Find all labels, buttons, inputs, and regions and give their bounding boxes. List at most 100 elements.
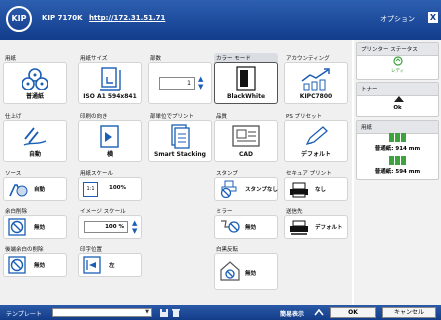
tile-collate[interactable]: 部単位でプリント Smart Stacking: [148, 111, 212, 162]
copies-spinner[interactable]: ▲ ▼: [198, 75, 203, 91]
black-white-icon: [236, 66, 256, 91]
mirror-value: 無効: [245, 225, 257, 231]
tile-paper-scale[interactable]: 用紙スケール 1:1 100%: [78, 168, 142, 201]
orientation-label: 印刷の向き: [80, 114, 108, 120]
accounting-chart-icon: [301, 68, 330, 91]
output-tray-icon: [290, 220, 308, 235]
secure-print-value: なし: [315, 187, 327, 193]
stamp-value: スタンプなし: [245, 187, 278, 193]
tile-source[interactable]: ソース 自動: [3, 168, 67, 201]
tile-output[interactable]: 送信先 デフォルト: [284, 206, 348, 239]
roll-1-label: 普通紙: 914 mm: [374, 146, 421, 152]
tile-white-black-invert[interactable]: 白黒反転 無効: [214, 244, 278, 290]
paper-label: 用紙: [5, 56, 17, 62]
window-title: KIP 7170K http://172.31.51.71: [42, 14, 165, 22]
save-template-icon[interactable]: [160, 309, 168, 317]
toner-value: Ok: [393, 105, 402, 111]
white-black-invert-value: 無効: [245, 271, 257, 277]
chevron-down-icon: ▼: [145, 309, 149, 315]
finishing-icon: [23, 127, 47, 146]
orientation-value: 横: [106, 151, 113, 158]
source-value: 自動: [34, 187, 46, 193]
disabled-icon: [8, 256, 26, 274]
tile-secure-print[interactable]: セキュア プリント なし: [284, 168, 348, 201]
tile-ps-preset[interactable]: PS プリセット デフォルト: [284, 111, 348, 162]
template-label: テンプレート: [6, 311, 42, 318]
printer-status-value: レディ: [390, 69, 405, 74]
tile-color-mode[interactable]: カラー モード BlackWhite: [214, 53, 278, 104]
paper-scale-label: 用紙スケール: [80, 171, 114, 177]
scale-icon: 1:1: [83, 182, 98, 197]
print-position-label: 印字位置: [80, 247, 103, 253]
toner-icon: [394, 96, 404, 102]
white-black-invert-label: 白黒反転: [216, 247, 239, 253]
tile-paper-size[interactable]: 用紙サイズ ISO A1 594x841: [78, 53, 142, 104]
tile-print-position[interactable]: 印字位置 左: [78, 244, 142, 277]
tile-quality[interactable]: 品質 CAD: [214, 111, 278, 162]
printer-url-link[interactable]: http://172.31.51.71: [89, 14, 165, 22]
align-left-icon: [83, 256, 101, 274]
mirror-icon: [221, 220, 240, 233]
print-settings-panel: 用紙 普通紙 用紙サイズ ISO A1 594x841 部数 1 ▲ ▼ カラー…: [0, 40, 352, 305]
trailing-margin-value: 無効: [34, 263, 46, 269]
tile-accounting[interactable]: アカウンティング KIPC7800: [284, 53, 348, 104]
delete-template-icon[interactable]: [172, 309, 180, 317]
chevron-up-icon[interactable]: [314, 308, 324, 317]
copies-input[interactable]: 1: [159, 77, 195, 90]
close-button[interactable]: X: [428, 12, 438, 23]
status-sidebar: プリンター ステータス レディ トナー Ok 用紙 普通紙: 914 mm 普通…: [354, 40, 441, 305]
cancel-button[interactable]: キャンセル: [382, 307, 436, 318]
quality-label: 品質: [216, 114, 228, 120]
tile-stamp[interactable]: スタンプ スタンプなし: [214, 168, 278, 201]
accounting-label: アカウンティング: [286, 56, 330, 62]
paper-size-label: 用紙サイズ: [80, 56, 108, 62]
finishing-label: 仕上げ: [5, 114, 22, 120]
tile-paper[interactable]: 用紙 普通紙: [3, 53, 67, 104]
margin-delete-label: 余白削除: [5, 209, 28, 215]
ps-preset-value: デフォルト: [300, 151, 331, 158]
tile-image-scale: イメージ スケール 100 % ▲ ▼: [78, 206, 142, 239]
image-scale-spinner[interactable]: ▲ ▼: [132, 219, 137, 235]
color-mode-label: カラー モード: [216, 56, 251, 62]
source-label: ソース: [5, 171, 22, 177]
quality-value: CAD: [238, 151, 254, 158]
simple-view-button[interactable]: 簡易表示: [280, 309, 304, 318]
output-label: 送信先: [286, 209, 303, 215]
collate-label: 部単位でプリント: [150, 114, 195, 120]
roll-2-label: 普通紙: 594 mm: [374, 169, 421, 175]
tile-trailing-margin[interactable]: 後端余白の削除 無効: [3, 244, 67, 277]
invert-icon: [220, 261, 240, 281]
image-scale-label: イメージ スケール: [80, 209, 126, 215]
stacking-icon: [171, 124, 190, 149]
template-select[interactable]: ▼: [52, 308, 152, 317]
footer-bar: テンプレート ▼ 簡易表示 OK キャンセル: [0, 305, 441, 320]
tile-mirror[interactable]: ミラー 無効: [214, 206, 278, 239]
tile-margin-delete[interactable]: 余白削除 無効: [3, 206, 67, 239]
accounting-value: KIPC7800: [299, 93, 333, 100]
output-value: デフォルト: [315, 225, 343, 231]
plain-paper-icon: [22, 68, 48, 90]
margin-delete-value: 無効: [34, 225, 46, 231]
paper-roll-icon: [389, 156, 406, 165]
options-menu[interactable]: オプション: [380, 14, 415, 24]
trailing-margin-label: 後端余白の削除: [5, 247, 44, 253]
paper-size-value: ISO A1 594x841: [83, 93, 137, 100]
color-mode-value: BlackWhite: [226, 93, 266, 100]
printer-status-header: プリンター ステータス: [357, 43, 438, 56]
title-bar: KIP KIP 7170K http://172.31.51.71 オプション …: [0, 0, 441, 40]
secure-print-label: セキュア プリント: [286, 171, 332, 177]
image-scale-input[interactable]: 100 %: [84, 221, 128, 233]
paper-size-icon: [100, 67, 121, 91]
ok-button[interactable]: OK: [330, 307, 376, 318]
paper-status-panel: 用紙 普通紙: 914 mm 普通紙: 594 mm: [356, 120, 439, 180]
printer-name: KIP 7170K: [42, 14, 83, 22]
ready-icon: [393, 56, 403, 66]
pen-icon: [305, 126, 328, 146]
tile-finishing[interactable]: 仕上げ 自動: [3, 111, 67, 162]
paper-roll-icon: [389, 133, 406, 142]
tile-copies: 部数 1 ▲ ▼: [148, 53, 212, 104]
collate-value: Smart Stacking: [154, 151, 206, 158]
disabled-icon: [8, 218, 26, 236]
source-icon: [9, 184, 28, 197]
tile-orientation[interactable]: 印刷の向き 横: [78, 111, 142, 162]
